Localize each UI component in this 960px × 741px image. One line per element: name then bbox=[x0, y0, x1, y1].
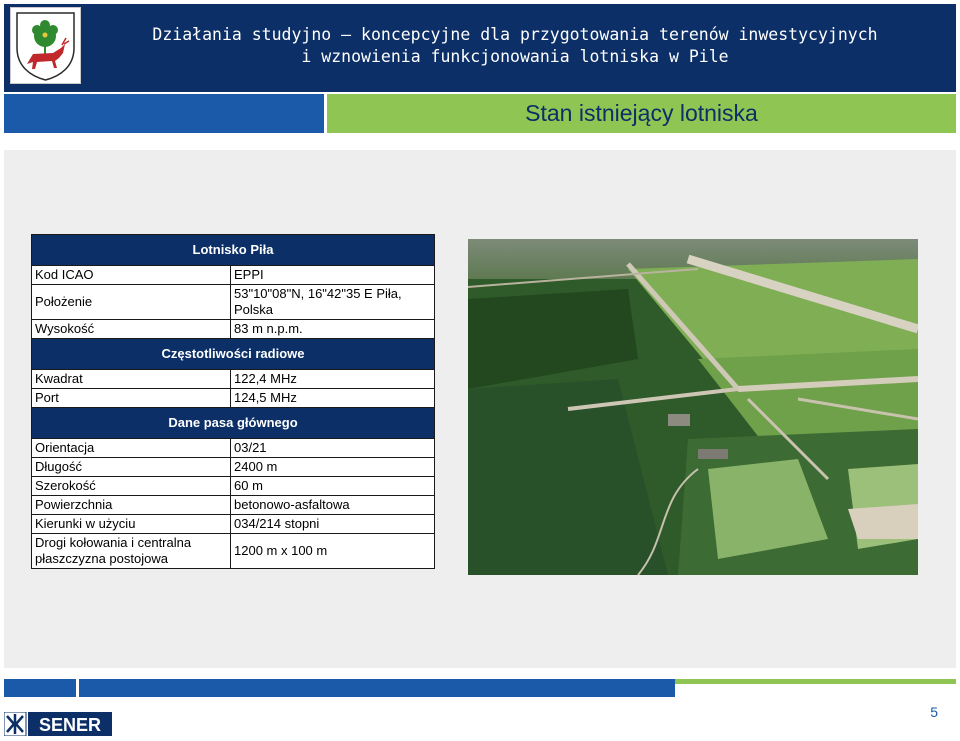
section-title-airport: Lotnisko Piła bbox=[31, 234, 435, 266]
footer-bar-right bbox=[675, 679, 956, 684]
table-row: Kod ICAO EPPI bbox=[31, 265, 435, 285]
row-label: Szerokość bbox=[31, 476, 231, 496]
row-value: 83 m n.p.m. bbox=[230, 319, 435, 339]
header-title-line1: Działania studyjno – koncepcyjne dla prz… bbox=[152, 25, 878, 44]
row-value: EPPI bbox=[230, 265, 435, 285]
section-title-runway: Dane pasa głównego bbox=[31, 407, 435, 439]
table-row: Szerokość 60 m bbox=[31, 476, 435, 496]
row-value: 124,5 MHz bbox=[230, 388, 435, 408]
sener-logo-text: SENER bbox=[39, 715, 101, 735]
row-value: 034/214 stopni bbox=[230, 514, 435, 534]
row-label: Wysokość bbox=[31, 319, 231, 339]
table-row: Port 124,5 MHz bbox=[31, 388, 435, 408]
header-title-line2: i wznowienia funkcjonowania lotniska w P… bbox=[301, 47, 729, 66]
footer-bar-left bbox=[4, 679, 76, 697]
row-value: 03/21 bbox=[230, 438, 435, 458]
row-value: 60 m bbox=[230, 476, 435, 496]
slide-subtitle: Stan istniejący lotniska bbox=[525, 100, 758, 126]
row-label: Położenie bbox=[31, 284, 231, 320]
table-row: Orientacja 03/21 bbox=[31, 438, 435, 458]
row-value: 2400 m bbox=[230, 457, 435, 477]
row-label: Kierunki w użyciu bbox=[31, 514, 231, 534]
row-label: Powierzchnia bbox=[31, 495, 231, 515]
row-label: Port bbox=[31, 388, 231, 408]
row-label: Orientacja bbox=[31, 438, 231, 458]
row-value: betonowo-asfaltowa bbox=[230, 495, 435, 515]
row-label: Długość bbox=[31, 457, 231, 477]
row-label: Kwadrat bbox=[31, 369, 231, 389]
table-row: Drogi kołowania i centralna płaszczyzna … bbox=[31, 533, 435, 569]
footer-bar-middle bbox=[79, 679, 675, 697]
table-row: Długość 2400 m bbox=[31, 457, 435, 477]
coat-of-arms-logo bbox=[10, 7, 81, 84]
table-row: Kierunki w użyciu 034/214 stopni bbox=[31, 514, 435, 534]
table-row: Wysokość 83 m n.p.m. bbox=[31, 319, 435, 339]
row-value: 53"10"08"N, 16"42"35 E Piła, Polska bbox=[230, 284, 435, 320]
table-row: Położenie 53"10"08"N, 16"42"35 E Piła, P… bbox=[31, 284, 435, 320]
page-number: 5 bbox=[930, 704, 938, 720]
table-row: Kwadrat 122,4 MHz bbox=[31, 369, 435, 389]
table-row: Powierzchnia betonowo-asfaltowa bbox=[31, 495, 435, 515]
sener-logo: SENER bbox=[3, 711, 112, 737]
row-value: 1200 m x 100 m bbox=[230, 533, 435, 569]
section-title-radio: Częstotliwości radiowe bbox=[31, 338, 435, 370]
row-label: Kod ICAO bbox=[31, 265, 231, 285]
row-value: 122,4 MHz bbox=[230, 369, 435, 389]
subtitle-bar-left bbox=[4, 94, 324, 133]
header-title: Działania studyjno – koncepcyjne dla prz… bbox=[150, 24, 880, 68]
row-label: Drogi kołowania i centralna płaszczyzna … bbox=[31, 533, 231, 569]
airport-aerial-photo bbox=[467, 239, 920, 576]
airport-data-table: Lotnisko Piła Kod ICAO EPPI Położenie 53… bbox=[31, 234, 435, 569]
